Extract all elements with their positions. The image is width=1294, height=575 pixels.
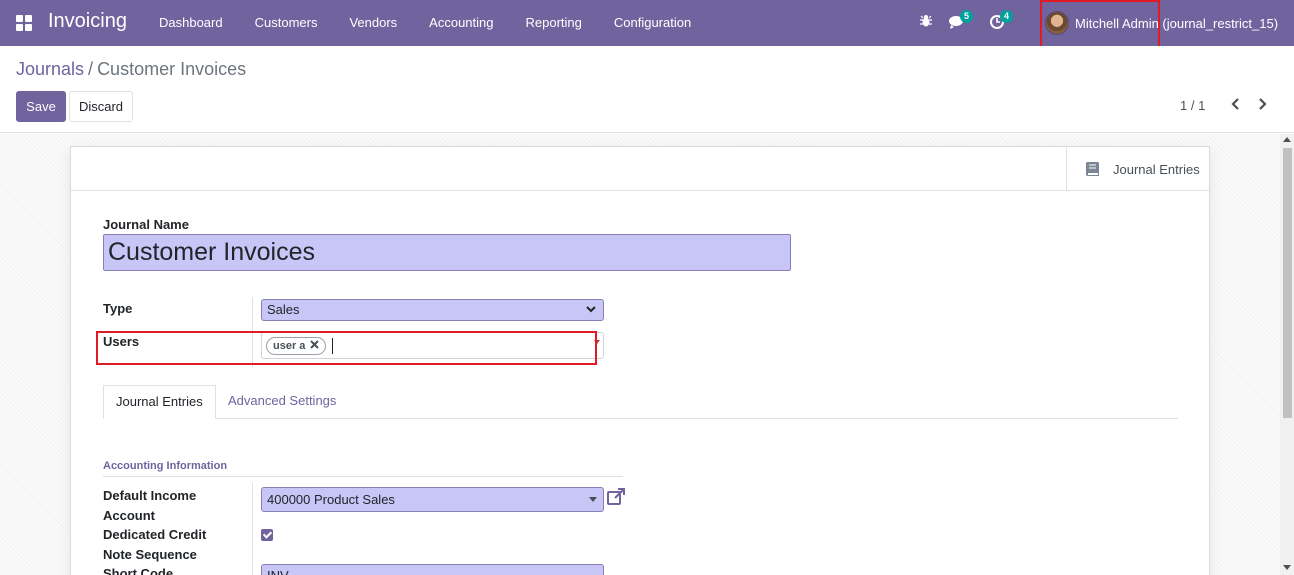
label-divider xyxy=(252,483,253,575)
short-code-label: Short Code xyxy=(103,566,174,575)
menu-accounting[interactable]: Accounting xyxy=(413,0,509,46)
default-income-label-line2: Account xyxy=(103,508,155,523)
form-view-area: Journal Entries Journal Name Customer In… xyxy=(0,134,1280,575)
book-icon xyxy=(1086,162,1099,176)
dedicated-credit-label: Dedicated Credit xyxy=(103,527,207,542)
short-code-input[interactable]: INV xyxy=(261,564,604,575)
debug-bug-icon[interactable] xyxy=(919,14,937,32)
breadcrumb-current: Customer Invoices xyxy=(97,59,247,79)
tab-journal-entries[interactable]: Journal Entries xyxy=(103,385,216,419)
activities-badge: 4 xyxy=(1000,10,1013,23)
external-link-icon[interactable] xyxy=(607,488,625,506)
highlight-user-box xyxy=(1040,0,1160,49)
highlight-users-box xyxy=(96,331,597,365)
journal-entries-smart-label: Journal Entries xyxy=(1113,161,1200,177)
journal-name-label: Journal Name xyxy=(103,217,189,232)
discard-button[interactable]: Discard xyxy=(69,91,133,122)
breadcrumb-separator: / xyxy=(88,59,94,79)
pager-previous-icon[interactable] xyxy=(1229,96,1245,116)
form-sheet: Journal Entries Journal Name Customer In… xyxy=(70,146,1210,575)
notebook-tabs: Journal Entries Advanced Settings xyxy=(103,385,1178,419)
type-select-value: Sales xyxy=(267,302,300,317)
button-box: Journal Entries xyxy=(71,147,1209,191)
messages-icon[interactable]: 5 xyxy=(949,10,973,32)
vertical-scrollbar[interactable] xyxy=(1280,134,1294,575)
default-income-account-value: 400000 Product Sales xyxy=(267,492,395,507)
activities-clock-icon[interactable]: 4 xyxy=(989,10,1013,32)
control-panel: Journals / Customer Invoices Save Discar… xyxy=(0,46,1294,133)
scroll-down-icon[interactable] xyxy=(1283,565,1291,570)
dedicated-credit-checkbox[interactable] xyxy=(261,529,273,541)
pager-next-icon[interactable] xyxy=(1257,96,1273,116)
breadcrumb-journals[interactable]: Journals xyxy=(16,59,84,80)
type-label: Type xyxy=(103,301,133,316)
pager-value[interactable]: 1 / 1 xyxy=(1180,98,1205,113)
tab-advanced-settings[interactable]: Advanced Settings xyxy=(216,385,348,419)
journal-name-input[interactable]: Customer Invoices xyxy=(103,234,791,271)
chevron-down-icon xyxy=(586,306,596,313)
scrollbar-thumb[interactable] xyxy=(1283,148,1292,418)
messages-badge: 5 xyxy=(960,10,973,23)
dedicated-credit-label-line2: Note Sequence xyxy=(103,547,197,562)
breadcrumb: Journals / Customer Invoices xyxy=(16,59,246,80)
menu-dashboard[interactable]: Dashboard xyxy=(143,0,239,46)
save-button[interactable]: Save xyxy=(16,91,66,122)
menu-reporting[interactable]: Reporting xyxy=(510,0,598,46)
menu-configuration[interactable]: Configuration xyxy=(598,0,707,46)
menu-customers[interactable]: Customers xyxy=(239,0,334,46)
default-income-label: Default Income xyxy=(103,488,197,503)
dropdown-caret-icon xyxy=(589,497,597,502)
scroll-up-icon[interactable] xyxy=(1283,137,1291,142)
app-title[interactable]: Invoicing xyxy=(48,10,127,33)
main-menu: Dashboard Customers Vendors Accounting R… xyxy=(143,0,707,46)
journal-entries-smart-button[interactable]: Journal Entries xyxy=(1066,147,1209,191)
apps-menu-icon[interactable] xyxy=(16,15,32,31)
menu-vendors[interactable]: Vendors xyxy=(333,0,413,46)
type-select[interactable]: Sales xyxy=(261,299,604,321)
default-income-account-select[interactable]: 400000 Product Sales xyxy=(261,487,604,512)
accounting-information-title: Accounting Information xyxy=(103,460,623,477)
